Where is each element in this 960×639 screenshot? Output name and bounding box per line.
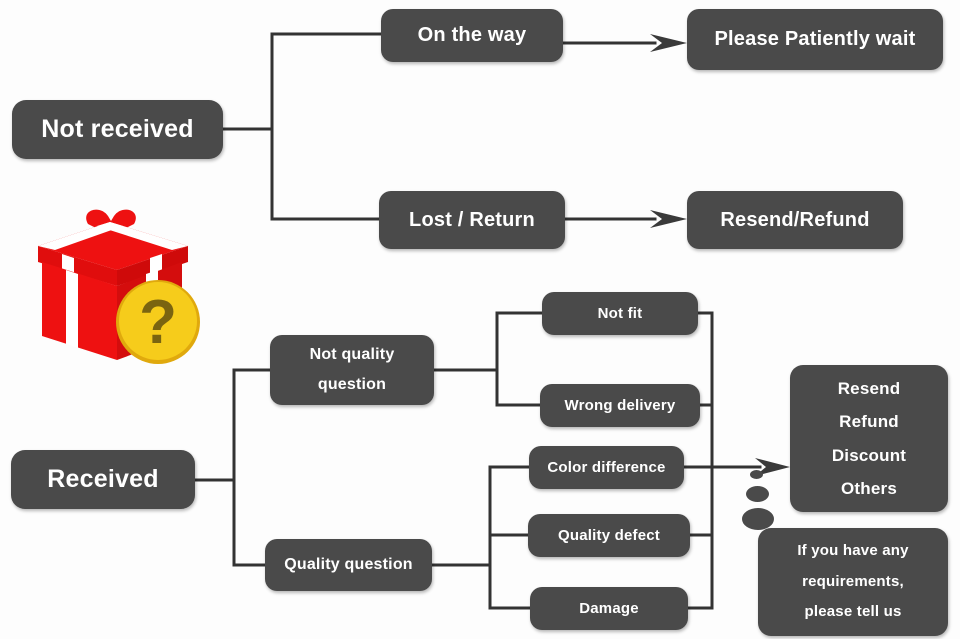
node-wrong-delivery[interactable]: Wrong delivery: [540, 384, 700, 427]
node-not-quality-question[interactable]: Not quality question: [270, 335, 434, 405]
ellipse-small: [750, 470, 763, 479]
node-not-received[interactable]: Not received: [12, 100, 223, 159]
node-received-label: Received: [47, 465, 159, 493]
gift-box-icon: ?: [38, 209, 200, 364]
node-color-difference[interactable]: Color difference: [529, 446, 684, 489]
question-mark-badge-icon: ?: [116, 280, 200, 364]
node-on-the-way-label: On the way: [417, 24, 527, 46]
node-requirements-note[interactable]: If you have any requirements, please tel…: [758, 528, 948, 636]
node-outcomes-line2: Refund: [839, 412, 899, 432]
node-requirements-note-line3: please tell us: [804, 603, 902, 621]
node-damage-label: Damage: [579, 600, 639, 617]
node-outcomes-line3: Discount: [831, 445, 907, 465]
node-not-fit-label: Not fit: [597, 305, 643, 322]
node-lost-return[interactable]: Lost / Return: [379, 191, 565, 249]
node-outcomes-line4: Others: [841, 478, 897, 498]
node-quality-defect-label: Quality defect: [558, 527, 660, 544]
node-lost-return-label: Lost / Return: [409, 208, 535, 231]
node-not-quality-question-label-line2: question: [317, 376, 387, 393]
svg-text:?: ?: [139, 288, 177, 357]
node-requirements-note-line2: requirements,: [802, 572, 904, 590]
node-damage[interactable]: Damage: [530, 587, 688, 630]
node-outcomes-line1: Resend: [837, 379, 901, 399]
node-not-quality-question-label-line1: Not quality: [309, 346, 395, 364]
node-quality-question[interactable]: Quality question: [265, 539, 432, 591]
ellipse-large: [742, 508, 774, 530]
node-resend-refund[interactable]: Resend/Refund: [687, 191, 903, 249]
node-please-patiently-wait-label: Please Patiently wait: [714, 28, 916, 50]
node-received[interactable]: Received: [11, 450, 195, 509]
node-requirements-note-line1: If you have any: [797, 541, 909, 559]
node-quality-question-label: Quality question: [284, 556, 413, 574]
node-color-difference-label: Color difference: [547, 459, 666, 476]
ellipse-trail: [742, 470, 792, 530]
node-not-fit[interactable]: Not fit: [542, 292, 698, 335]
node-quality-defect[interactable]: Quality defect: [528, 514, 690, 557]
node-not-received-label: Not received: [41, 115, 194, 143]
node-resend-refund-label: Resend/Refund: [720, 208, 870, 231]
node-wrong-delivery-label: Wrong delivery: [564, 397, 676, 414]
ellipse-medium: [746, 486, 769, 502]
node-please-patiently-wait[interactable]: Please Patiently wait: [687, 9, 943, 70]
flowchart-canvas: ? Not received On the way Please Patient…: [0, 0, 960, 639]
node-outcomes[interactable]: Resend Refund Discount Others: [790, 365, 948, 512]
node-on-the-way[interactable]: On the way: [381, 9, 563, 62]
